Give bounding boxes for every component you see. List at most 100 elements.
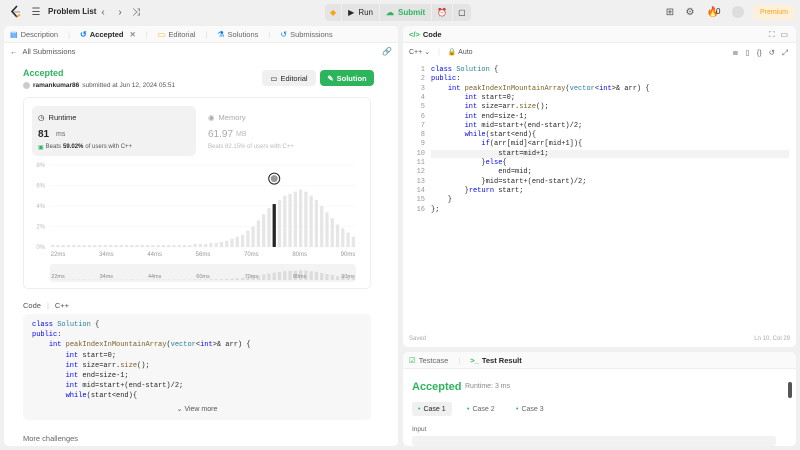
distribution-bar[interactable] [72, 244, 76, 247]
memory-header[interactable]: ◉ Memory [208, 113, 246, 122]
tab-solutions[interactable]: ⚗ Solutions [217, 30, 258, 39]
prev-problem-icon[interactable]: ‹ [97, 6, 109, 18]
submit-button[interactable]: ☁ Submit [380, 4, 432, 21]
tab-submissions[interactable]: ↺ Submissions [280, 30, 332, 39]
distribution-bar[interactable] [267, 208, 271, 247]
tab-code[interactable]: </> Code [409, 30, 442, 39]
distribution-bar[interactable] [277, 199, 282, 247]
distribution-bar[interactable] [235, 236, 239, 247]
distribution-bar[interactable] [130, 244, 134, 247]
settings-gear-icon[interactable]: ⚙ [684, 6, 696, 18]
scrollbar[interactable] [788, 382, 792, 398]
distribution-bar[interactable] [109, 244, 113, 247]
distribution-bar[interactable] [167, 244, 171, 247]
distribution-bar[interactable] [77, 244, 81, 247]
editorial-button[interactable]: ▭ Editorial [262, 70, 316, 86]
tab-accepted[interactable]: ↺ Accepted ✕ [80, 30, 136, 39]
runtime-distribution-chart[interactable]: 8% 6% 4% 2% 0% 22ms 34ms 44ms 56ms 70ms 80ms 90ms 22… [24, 158, 372, 288]
submitted-code-block[interactable]: class Solution {public: int peakIndexInM… [23, 314, 371, 420]
avatar[interactable] [732, 6, 744, 18]
bookmark-icon[interactable]: ▯ [746, 48, 750, 58]
distribution-bar[interactable] [230, 238, 234, 247]
minimize-icon[interactable]: ▭ [780, 30, 788, 40]
distribution-bar[interactable] [283, 195, 287, 247]
language-select[interactable]: C++ ⌄ [409, 48, 430, 56]
distribution-bar[interactable] [309, 195, 313, 247]
distribution-bar[interactable] [314, 199, 319, 247]
auto-save-indicator[interactable]: 🔒 Auto [448, 48, 473, 56]
distribution-bar[interactable] [145, 244, 150, 247]
distribution-bar[interactable] [225, 240, 229, 247]
distribution-bar[interactable] [151, 244, 155, 247]
code-editor[interactable]: 1 class Solution {2 public: 3 int peakIndex… [403, 62, 796, 347]
tab-testcase[interactable]: ☑ Testcase [409, 356, 448, 365]
distribution-bar[interactable] [61, 244, 65, 247]
case-tab-2[interactable]: • Case 2 [461, 402, 501, 416]
case-tab-3[interactable]: • Case 3 [510, 402, 550, 416]
more-challenges-heading[interactable]: More challenges [23, 434, 78, 443]
distribution-bar[interactable] [114, 244, 118, 247]
distribution-bar[interactable] [66, 244, 71, 247]
tab-editorial[interactable]: ▭ Editorial [158, 30, 196, 39]
distribution-bar[interactable] [325, 212, 329, 247]
distribution-bar[interactable] [182, 244, 187, 247]
shuffle-icon[interactable]: ⤨ [130, 6, 142, 18]
format-icon[interactable]: ≣ [732, 48, 738, 58]
debug-button[interactable]: ◆ [325, 4, 342, 21]
distribution-bar[interactable] [198, 243, 202, 247]
distribution-bar[interactable] [156, 244, 160, 247]
distribution-bar[interactable] [93, 244, 97, 247]
case-tab-1[interactable]: • Case 1 [412, 402, 452, 416]
distribution-bar[interactable] [82, 244, 86, 247]
distribution-bar[interactable] [209, 242, 213, 247]
problem-list-icon[interactable]: ☰ [30, 6, 42, 18]
distribution-bar[interactable] [341, 228, 345, 247]
distribution-bar[interactable] [172, 244, 176, 247]
distribution-bar[interactable] [288, 193, 292, 247]
distribution-bar[interactable] [246, 230, 250, 247]
distribution-bar[interactable] [135, 244, 139, 247]
notes-button[interactable]: ▢ [453, 4, 471, 21]
close-tab-icon[interactable]: ✕ [130, 30, 136, 39]
expand-icon[interactable]: ⤢ [782, 48, 788, 58]
distribution-bar[interactable] [351, 236, 355, 247]
braces-icon[interactable]: {} [757, 48, 762, 58]
maximize-icon[interactable]: ⛶ [769, 30, 775, 40]
leetcode-logo-icon[interactable] [10, 5, 22, 19]
share-link-icon[interactable]: 🔗 [382, 47, 392, 56]
distribution-bar[interactable] [293, 191, 297, 247]
reset-icon[interactable]: ↺ [769, 48, 775, 58]
distribution-bar[interactable] [251, 226, 255, 248]
distribution-bar[interactable] [256, 220, 261, 247]
distribution-bar[interactable] [304, 191, 308, 247]
user-avatar[interactable] [23, 82, 30, 89]
problem-list-link[interactable]: Problem List [48, 7, 96, 16]
distribution-bar[interactable] [98, 244, 102, 247]
view-more-button[interactable]: ⌄ View more [23, 405, 371, 413]
distribution-bar[interactable] [330, 218, 334, 247]
premium-button[interactable]: Premium [753, 5, 795, 20]
distribution-bar[interactable] [320, 206, 324, 247]
highlight-bar[interactable] [272, 203, 276, 247]
tab-description[interactable]: ▤ Description [10, 30, 58, 39]
distribution-bar[interactable] [346, 232, 350, 247]
distribution-bar[interactable] [335, 224, 340, 247]
distribution-bar[interactable] [119, 244, 123, 247]
input-box[interactable] [412, 436, 776, 446]
layout-grid-icon[interactable]: ⊞ [664, 6, 676, 18]
next-problem-icon[interactable]: › [114, 6, 126, 18]
run-button[interactable]: ▶ Run [342, 4, 379, 21]
distribution-bar[interactable] [204, 243, 208, 247]
username[interactable]: ramankumar86 [33, 82, 79, 89]
distribution-bar[interactable] [188, 244, 192, 247]
timer-button[interactable]: ⏰ [432, 4, 453, 21]
distribution-bar[interactable] [140, 244, 144, 247]
runtime-box[interactable]: ◷ Runtime 81 ms ▣ Beats 59.02% of users w… [32, 106, 196, 156]
distribution-bar[interactable] [124, 244, 129, 247]
distribution-bar[interactable] [56, 244, 60, 247]
distribution-bar[interactable] [214, 242, 218, 247]
distribution-bar[interactable] [161, 244, 166, 247]
tab-test-result[interactable]: >_ Test Result [470, 356, 521, 365]
distribution-bar[interactable] [298, 189, 303, 247]
distribution-bar[interactable] [103, 244, 108, 247]
